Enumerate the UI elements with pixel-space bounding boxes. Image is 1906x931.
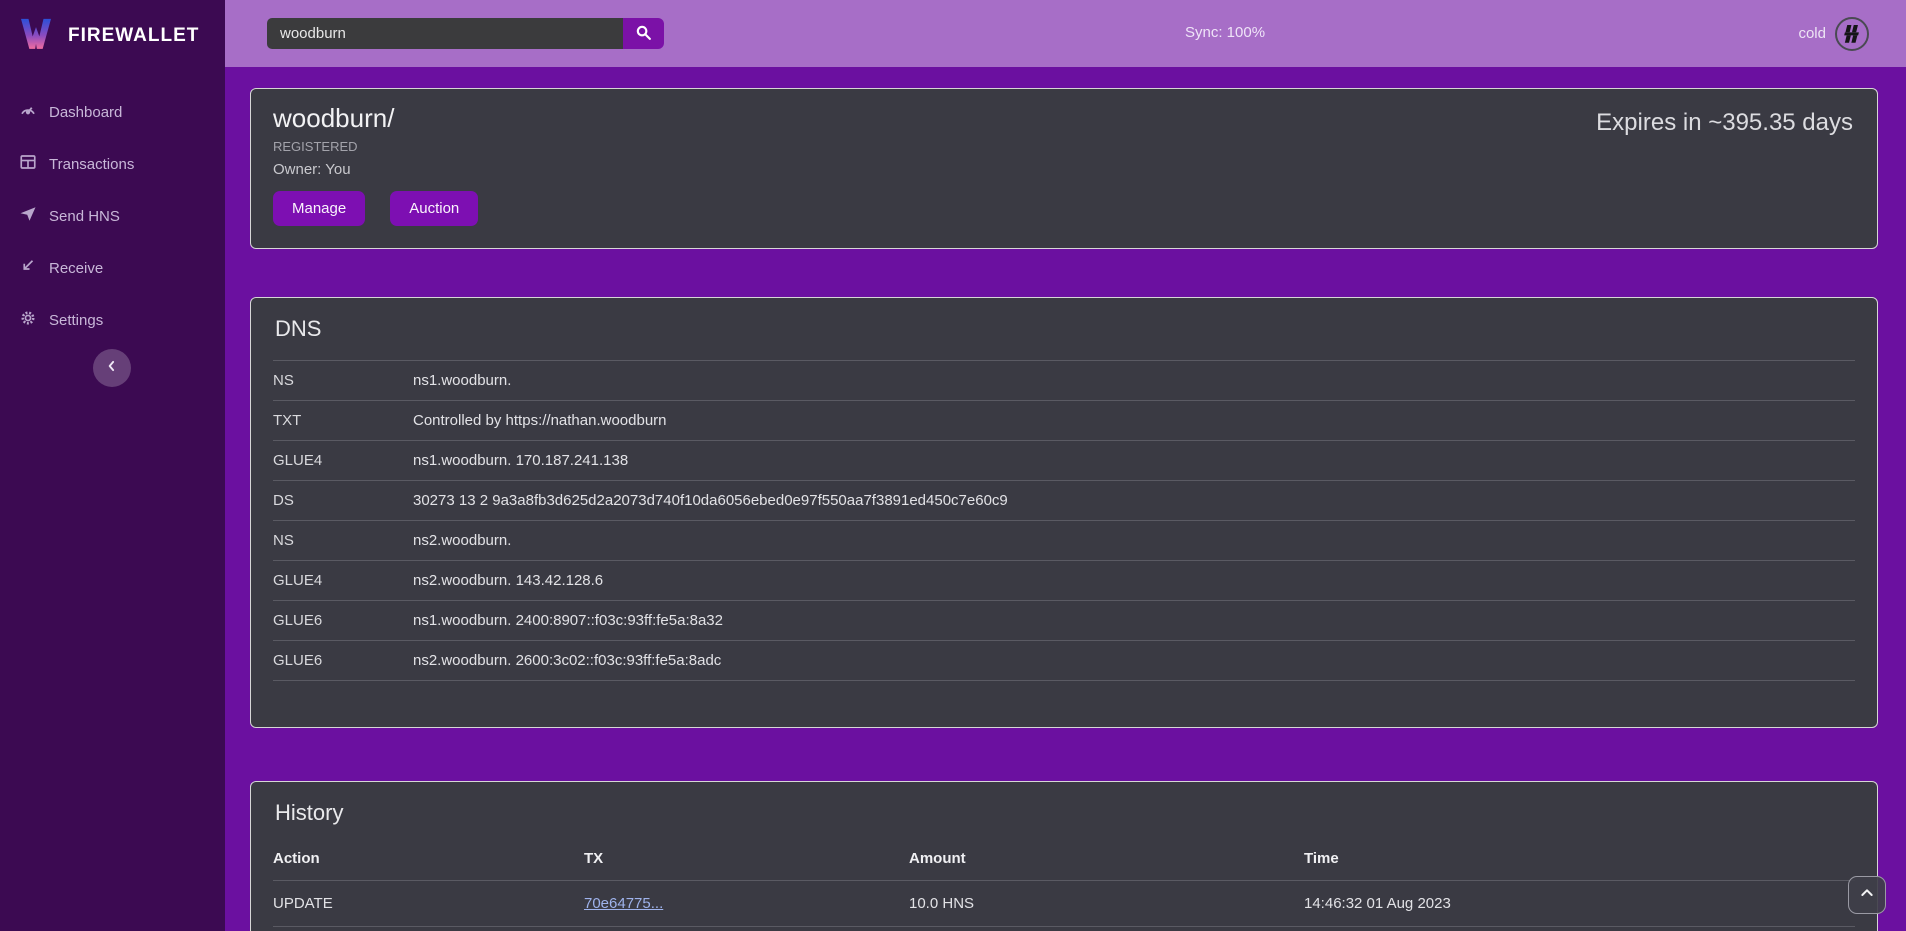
search-bar — [267, 18, 664, 49]
sidebar-nav: Dashboard Transactions S — [0, 86, 225, 346]
dns-record-type: GLUE6 — [273, 601, 413, 641]
page-content: woodburn/ REGISTERED Owner: You Manage A… — [225, 67, 1906, 931]
sidebar: FIREWALLET Dashboard — [0, 0, 225, 931]
history-action: RENEW — [273, 927, 584, 931]
domain-actions: Manage Auction — [273, 191, 1855, 226]
history-time: 14:46:32 01 Aug 2023 — [1304, 881, 1855, 927]
dns-record-type: DS — [273, 481, 413, 521]
sidebar-item-receive[interactable]: Receive — [0, 242, 225, 294]
history-time: 15:47:06 07 Feb 2023 — [1304, 927, 1855, 931]
sidebar-item-label: Receive — [49, 260, 103, 277]
brand-name: FIREWALLET — [68, 25, 199, 47]
app-window: FIREWALLET Dashboard — [0, 0, 1906, 931]
history-row: RENEW 472a3d75... 10.0 HNS 15:47:06 07 F… — [273, 927, 1855, 931]
dns-record-type: NS — [273, 361, 413, 401]
handshake-logo-icon[interactable] — [1835, 17, 1869, 51]
dns-table: NS ns1.woodburn. TXT Controlled by https… — [273, 360, 1855, 681]
sidebar-item-label: Transactions — [49, 156, 134, 173]
dns-title: DNS — [275, 316, 1855, 342]
dns-record-value: ns2.woodburn. 143.42.128.6 — [413, 561, 1855, 601]
sidebar-item-dashboard[interactable]: Dashboard — [0, 86, 225, 138]
chevron-up-icon — [1859, 885, 1875, 906]
dns-record-type: GLUE6 — [273, 641, 413, 681]
dashboard-gauge-icon — [19, 101, 37, 123]
domain-owner: Owner: You — [273, 161, 1855, 178]
dns-record-value: ns1.woodburn. 170.187.241.138 — [413, 441, 1855, 481]
domain-card: woodburn/ REGISTERED Owner: You Manage A… — [250, 88, 1878, 249]
dns-record-row: GLUE4 ns1.woodburn. 170.187.241.138 — [273, 441, 1855, 481]
dns-record-value: 30273 13 2 9a3a8fb3d625d2a2073d740f10da6… — [413, 481, 1855, 521]
wallet-status: cold — [1798, 0, 1869, 67]
sidebar-item-transactions[interactable]: Transactions — [0, 138, 225, 190]
manage-button[interactable]: Manage — [273, 191, 365, 226]
dns-card: DNS NS ns1.woodburn. TXT Controlled by h… — [250, 297, 1878, 728]
dns-record-value: ns2.woodburn. — [413, 521, 1855, 561]
scroll-to-top-button[interactable] — [1848, 876, 1886, 914]
send-plane-icon — [19, 205, 37, 227]
transactions-table-icon — [19, 153, 37, 175]
history-amount: 10.0 HNS — [909, 881, 1304, 927]
top-bar: Sync: 100% cold — [225, 0, 1906, 67]
dns-record-type: GLUE4 — [273, 441, 413, 481]
sidebar-item-send-hns[interactable]: Send HNS — [0, 190, 225, 242]
sidebar-collapse-button[interactable] — [93, 349, 131, 387]
dns-record-value: ns1.woodburn. — [413, 361, 1855, 401]
history-column-tx: TX — [584, 844, 909, 881]
dns-record-type: TXT — [273, 401, 413, 441]
history-card: History Action TX Amount Time UPDATE — [250, 781, 1878, 931]
sidebar-item-label: Send HNS — [49, 208, 120, 225]
dns-record-row: NS ns1.woodburn. — [273, 361, 1855, 401]
history-row: UPDATE 70e64775... 10.0 HNS 14:46:32 01 … — [273, 881, 1855, 927]
dns-record-row: GLUE6 ns1.woodburn. 2400:8907::f03c:93ff… — [273, 601, 1855, 641]
dns-record-type: NS — [273, 521, 413, 561]
auction-button[interactable]: Auction — [390, 191, 478, 226]
dns-record-row: TXT Controlled by https://nathan.woodbur… — [273, 401, 1855, 441]
history-column-time: Time — [1304, 844, 1855, 881]
dns-record-value: ns1.woodburn. 2400:8907::f03c:93ff:fe5a:… — [413, 601, 1855, 641]
history-action: UPDATE — [273, 881, 584, 927]
search-button[interactable] — [623, 18, 664, 49]
dns-record-row: NS ns2.woodburn. — [273, 521, 1855, 561]
settings-gear-icon — [19, 309, 37, 331]
history-header-row: Action TX Amount Time — [273, 844, 1855, 881]
dns-record-value: Controlled by https://nathan.woodburn — [413, 401, 1855, 441]
sync-status: Sync: 100% — [1185, 24, 1265, 41]
sidebar-item-label: Dashboard — [49, 104, 122, 121]
brand-header: FIREWALLET — [0, 0, 225, 70]
sidebar-item-settings[interactable]: Settings — [0, 294, 225, 346]
dns-record-type: GLUE4 — [273, 561, 413, 601]
receive-arrow-icon — [19, 257, 37, 279]
dns-record-row: DS 30273 13 2 9a3a8fb3d625d2a2073d740f10… — [273, 481, 1855, 521]
sidebar-item-label: Settings — [49, 312, 103, 329]
history-column-amount: Amount — [909, 844, 1304, 881]
firewallet-w-logo-icon — [16, 13, 56, 58]
expires-label: Expires in ~395.35 days — [1596, 109, 1853, 137]
history-table: Action TX Amount Time UPDATE 70e64775...… — [273, 844, 1855, 931]
history-title: History — [275, 800, 1855, 826]
chevron-left-icon — [105, 359, 119, 378]
dns-record-value: ns2.woodburn. 2600:3c02::f03c:93ff:fe5a:… — [413, 641, 1855, 681]
wallet-mode-label: cold — [1798, 25, 1826, 42]
domain-status-badge: REGISTERED — [273, 139, 1855, 154]
tx-link[interactable]: 70e64775... — [584, 895, 663, 912]
history-column-action: Action — [273, 844, 584, 881]
history-amount: 10.0 HNS — [909, 927, 1304, 931]
main-area: Sync: 100% cold — [225, 0, 1906, 931]
search-input[interactable] — [267, 18, 623, 49]
dns-record-row: GLUE4 ns2.woodburn. 143.42.128.6 — [273, 561, 1855, 601]
search-icon — [635, 24, 652, 44]
dns-record-row: GLUE6 ns2.woodburn. 2600:3c02::f03c:93ff… — [273, 641, 1855, 681]
